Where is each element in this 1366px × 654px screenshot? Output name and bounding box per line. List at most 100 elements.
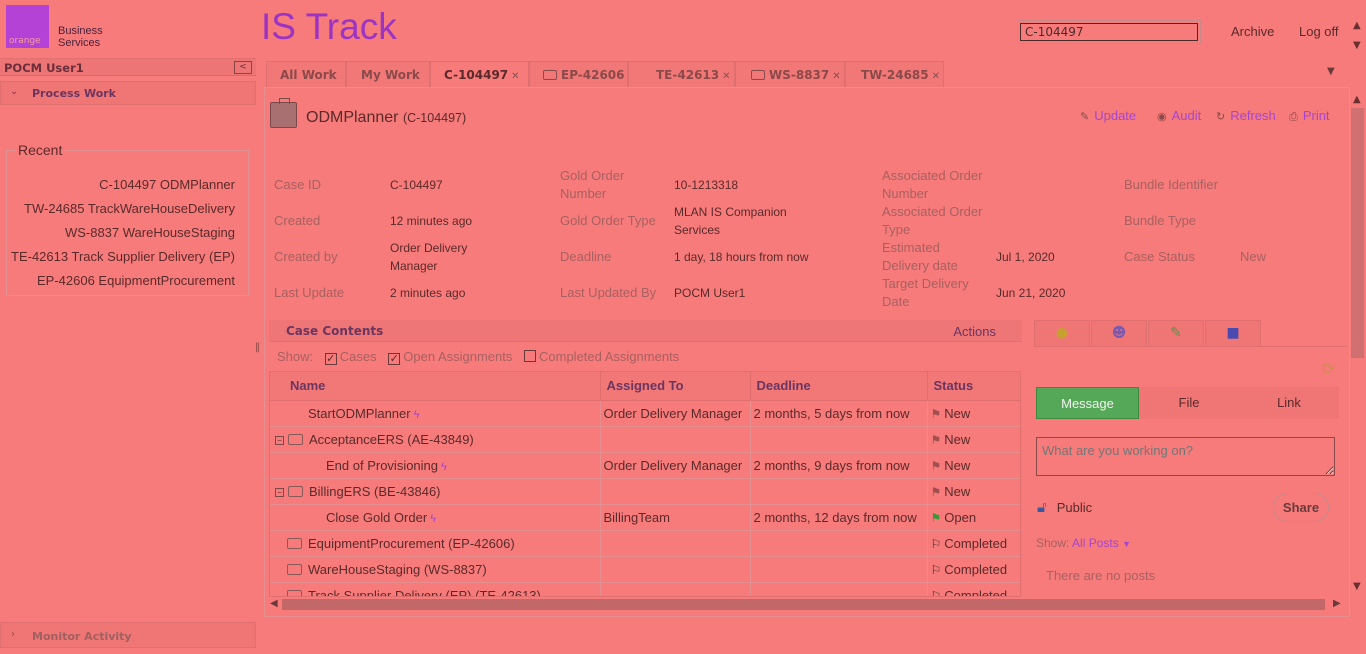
horizontal-scrollbar[interactable]: ◀ ▶ bbox=[269, 598, 1349, 612]
page-scrollbar[interactable]: ▲ ▼ bbox=[1350, 14, 1366, 54]
column-header-assigned[interactable]: Assigned To bbox=[600, 372, 751, 401]
recent-item[interactable]: C-104497 ODMPlanner bbox=[11, 173, 235, 197]
row-name-link[interactable]: WareHouseStaging (WS-8837) bbox=[308, 562, 487, 577]
show-posts-filter: Show: All Posts ▼ bbox=[1036, 536, 1131, 550]
column-header-status[interactable]: Status bbox=[927, 372, 1020, 401]
scroll-up-icon[interactable]: ▲ bbox=[1353, 20, 1361, 31]
print-button[interactable]: ⎙ Print bbox=[1289, 108, 1330, 124]
visibility-toggle[interactable]: 🔓︎ Public bbox=[1037, 499, 1092, 516]
tabs-menu-icon[interactable]: ▼ bbox=[1327, 66, 1335, 77]
tab-c-104497[interactable]: C-104497 ✕ bbox=[430, 61, 529, 88]
share-button[interactable]: Share bbox=[1273, 493, 1329, 522]
row-deadline: 2 months, 12 days from now bbox=[750, 504, 928, 531]
table-row[interactable]: − BillingERS (BE-43846) ⚑ New bbox=[270, 478, 1020, 505]
close-tab-icon[interactable]: ✕ bbox=[832, 71, 840, 82]
collapse-toggle-icon[interactable]: − bbox=[275, 487, 284, 497]
row-assigned bbox=[600, 530, 751, 557]
message-type-button[interactable]: Message bbox=[1036, 387, 1139, 419]
public-label: Public bbox=[1056, 500, 1093, 515]
close-tab-icon[interactable]: ✕ bbox=[722, 71, 730, 82]
refresh-icon[interactable]: ⟳ bbox=[1322, 359, 1335, 378]
scroll-up-icon[interactable]: ▲ bbox=[1353, 94, 1361, 105]
archive-link[interactable]: Archive bbox=[1231, 24, 1274, 39]
briefcase-icon bbox=[288, 433, 303, 445]
row-name-link[interactable]: EquipmentProcurement (EP-42606) bbox=[308, 536, 515, 551]
link-type-button[interactable]: Link bbox=[1239, 387, 1339, 419]
last-updated-by-value: POCM User1 bbox=[674, 286, 746, 300]
tab-team[interactable]: ☻ bbox=[1091, 320, 1147, 347]
process-work-accordion[interactable]: ⌄ Process Work bbox=[0, 81, 256, 105]
collapse-panel-button[interactable]: < bbox=[234, 61, 252, 74]
deadline-label: Deadline bbox=[560, 249, 612, 264]
table-row[interactable]: StartODMPlanner ϟ Order Delivery Manager … bbox=[270, 400, 1020, 427]
row-name-link[interactable]: Track Supplier Delivery (EP) (TE-42613) bbox=[308, 588, 541, 597]
scrollbar-thumb[interactable] bbox=[1351, 108, 1364, 358]
table-row[interactable]: End of Provisioning ϟ Order Delivery Mana… bbox=[270, 452, 1020, 479]
empty-posts-message: There are no posts bbox=[1046, 568, 1156, 583]
row-deadline bbox=[750, 556, 928, 583]
tab-my-work[interactable]: My Work bbox=[346, 61, 430, 88]
row-name-link[interactable]: StartODMPlanner bbox=[308, 406, 411, 421]
scrollbar-thumb[interactable] bbox=[282, 599, 1325, 610]
case-id-paren: (C-104497) bbox=[402, 111, 467, 125]
table-row[interactable]: Track Supplier Delivery (EP) (TE-42613) … bbox=[270, 582, 1020, 597]
row-name-link[interactable]: AcceptanceERS (AE-43849) bbox=[309, 432, 474, 447]
column-header-name[interactable]: Name bbox=[270, 372, 601, 401]
close-tab-icon[interactable]: ✕ bbox=[932, 71, 940, 82]
monitor-activity-accordion[interactable]: › Monitor Activity bbox=[0, 622, 256, 648]
close-tab-icon[interactable]: ✕ bbox=[511, 71, 519, 82]
recent-item[interactable]: TE-42613 Track Supplier Delivery (EP) bbox=[11, 245, 235, 269]
scroll-left-icon[interactable]: ◀ bbox=[270, 598, 278, 609]
flag-icon: ⚑ bbox=[930, 484, 942, 499]
tab-tw-24685[interactable]: TW-24685 ✕ bbox=[845, 61, 944, 88]
flag-icon: ⚑ bbox=[930, 406, 942, 421]
recent-item[interactable]: TW-24685 TrackWareHouseDelivery bbox=[11, 197, 235, 221]
collapse-toggle-icon[interactable]: − bbox=[275, 435, 284, 445]
created-value: 12 minutes ago bbox=[390, 214, 473, 228]
table-row[interactable]: Close Gold Order ϟ BillingTeam 2 months, … bbox=[270, 504, 1020, 531]
logoff-link[interactable]: Log off bbox=[1299, 24, 1339, 39]
panel-splitter-handle[interactable]: ‖ bbox=[255, 342, 260, 353]
table-row[interactable]: WareHouseStaging (WS-8837) ⚐ Completed bbox=[270, 556, 1020, 583]
row-name-link[interactable]: Close Gold Order bbox=[326, 510, 427, 525]
search-input[interactable] bbox=[1020, 23, 1198, 41]
recent-item[interactable]: EP-42606 EquipmentProcurement bbox=[11, 269, 235, 293]
refresh-button[interactable]: ↻ Refresh bbox=[1216, 108, 1276, 123]
case-id-value: C-104497 bbox=[390, 178, 443, 192]
posts-filter-select[interactable]: All Posts ▼ bbox=[1072, 536, 1131, 550]
table-row[interactable]: EquipmentProcurement (EP-42606) ⚐ Complet… bbox=[270, 530, 1020, 557]
case-contents-actions-menu[interactable]: Actions bbox=[953, 324, 996, 339]
pulse-message-input[interactable] bbox=[1036, 437, 1335, 476]
checkered-flag-icon: ⚐ bbox=[930, 588, 942, 597]
scroll-down-icon[interactable]: ▼ bbox=[1353, 581, 1361, 592]
open-assignments-checkbox[interactable]: ✓ bbox=[388, 353, 401, 365]
flow-icon: ϟ bbox=[430, 512, 436, 525]
cases-filter-label: Cases bbox=[339, 349, 377, 364]
vertical-scrollbar[interactable]: ▲ ▼ bbox=[1350, 94, 1365, 599]
tab-attachments[interactable]: ✎ bbox=[1148, 320, 1204, 347]
tab-pulse[interactable]: ● bbox=[1034, 320, 1090, 347]
case-contents-grid: Name Assigned To Deadline Status StartOD… bbox=[269, 371, 1021, 597]
scroll-down-icon[interactable]: ▼ bbox=[1353, 40, 1361, 51]
tab-ws-8837[interactable]: WS-8837 ✕ bbox=[735, 61, 845, 88]
row-status: Completed bbox=[944, 587, 1008, 597]
row-status: Open bbox=[944, 509, 977, 525]
completed-assignments-checkbox[interactable] bbox=[524, 350, 536, 362]
update-button[interactable]: ✎ Update bbox=[1080, 108, 1136, 123]
tab-all-work[interactable]: All Work bbox=[266, 61, 346, 88]
bundle-identifier-label: Bundle Identifier bbox=[1124, 177, 1218, 192]
audit-button[interactable]: ◉ Audit bbox=[1157, 108, 1201, 123]
tab-ep-42606[interactable]: EP-42606✕ bbox=[529, 61, 636, 88]
column-header-deadline[interactable]: Deadline bbox=[750, 372, 928, 401]
row-name-link[interactable]: BillingERS (BE-43846) bbox=[309, 484, 441, 499]
user-name: POCM User1 bbox=[4, 61, 84, 75]
file-type-button[interactable]: File bbox=[1139, 387, 1239, 419]
case-contents-title: Case Contents bbox=[286, 324, 384, 338]
row-name-link[interactable]: End of Provisioning bbox=[326, 458, 438, 473]
recent-item[interactable]: WS-8837 WareHouseStaging bbox=[11, 221, 235, 245]
chevron-left-icon: < bbox=[239, 62, 247, 72]
tab-related[interactable]: ■ bbox=[1205, 320, 1261, 347]
tab-te-42613[interactable]: TE-42613 ✕ bbox=[628, 61, 735, 88]
table-row[interactable]: − AcceptanceERS (AE-43849) ⚑ New bbox=[270, 426, 1020, 453]
cases-checkbox[interactable]: ✓ bbox=[324, 353, 337, 365]
